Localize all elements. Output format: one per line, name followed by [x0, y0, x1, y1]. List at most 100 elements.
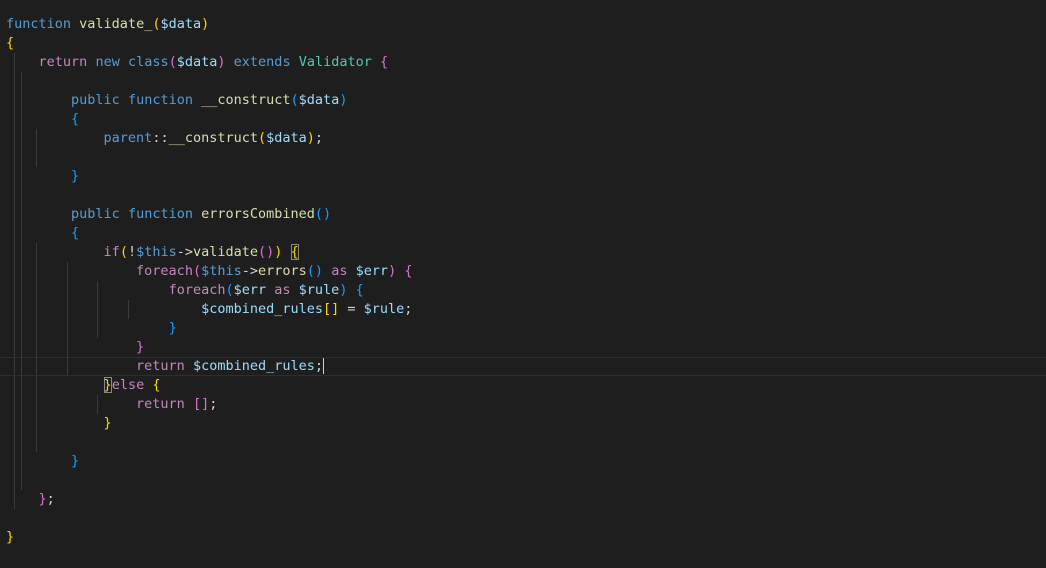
code-line[interactable]: return [];	[6, 395, 1046, 414]
code-token: __construct	[168, 130, 258, 146]
code-token: ()	[306, 263, 324, 279]
code-token: new	[95, 54, 120, 70]
code-line[interactable]: }	[6, 452, 1046, 471]
code-line[interactable]: {	[6, 110, 1046, 129]
code-token: ;	[404, 301, 413, 317]
code-token: =	[339, 301, 364, 317]
code-line[interactable]: }	[6, 528, 1046, 547]
code-token: )	[201, 16, 210, 32]
code-token: as	[274, 282, 291, 298]
code-token: extends	[233, 54, 291, 70]
code-token: ::	[152, 130, 169, 146]
code-token: )	[339, 92, 348, 108]
code-token: $rule	[298, 282, 340, 298]
code-token: ;	[209, 396, 218, 412]
code-line[interactable]: }	[6, 338, 1046, 357]
code-line[interactable]: foreach($err as $rule) {	[6, 281, 1046, 300]
code-line[interactable]: };	[6, 490, 1046, 509]
code-token: if	[103, 244, 120, 260]
code-token: return	[38, 54, 88, 70]
code-token: }	[71, 453, 80, 469]
code-line[interactable]: public function errorsCombined()	[6, 205, 1046, 224]
code-line[interactable]	[6, 433, 1046, 452]
code-token: {	[6, 35, 15, 51]
code-line[interactable]: if(!$this->validate()) {	[6, 243, 1046, 262]
code-area[interactable]: function validate_($data){ return new cl…	[0, 15, 1046, 547]
code-token: }	[168, 320, 177, 336]
code-token: ->	[176, 244, 193, 260]
code-token: validate_	[79, 16, 153, 32]
code-token: []	[323, 301, 340, 317]
code-token: {	[290, 244, 299, 260]
code-token: $combined_rules	[192, 358, 315, 374]
code-line[interactable]: {	[6, 224, 1046, 243]
code-line[interactable]: foreach($this->errors() as $err) {	[6, 262, 1046, 281]
code-line[interactable]: }	[6, 414, 1046, 433]
code-token: else	[111, 377, 145, 393]
code-token: Validator	[298, 54, 372, 70]
code-line[interactable]	[6, 148, 1046, 167]
code-token: }	[38, 491, 47, 507]
code-token: $combined_rules	[201, 301, 323, 317]
code-token: }	[103, 415, 112, 431]
code-token: function	[127, 206, 193, 222]
code-line[interactable]: return $combined_rules;	[0, 357, 1046, 376]
code-line[interactable]: public function __construct($data)	[6, 91, 1046, 110]
code-token: ;	[314, 130, 324, 146]
code-editor[interactable]: function validate_($data){ return new cl…	[0, 0, 1046, 568]
code-line[interactable]	[6, 509, 1046, 528]
code-token: ;	[314, 358, 324, 374]
code-line[interactable]	[6, 186, 1046, 205]
code-token: function	[6, 16, 72, 32]
code-token: !	[127, 244, 137, 260]
code-token: }	[103, 377, 112, 393]
code-token: errorsCombined	[201, 206, 315, 222]
code-line[interactable]: return new class($data) extends Validato…	[6, 53, 1046, 72]
code-token: return	[136, 358, 185, 374]
code-token: {	[71, 225, 80, 241]
code-token: {	[404, 263, 413, 279]
code-token: public	[71, 92, 120, 108]
code-line[interactable]: }	[6, 167, 1046, 186]
code-token: validate	[193, 244, 259, 260]
code-token: ->	[241, 263, 258, 279]
code-line[interactable]: function validate_($data)	[6, 15, 1046, 34]
code-token: {	[380, 54, 389, 70]
code-token: class	[127, 54, 169, 70]
code-line[interactable]: }else {	[6, 376, 1046, 395]
code-token: (	[168, 54, 177, 70]
code-line[interactable]	[6, 471, 1046, 490]
code-line[interactable]: $combined_rules[] = $rule;	[6, 300, 1046, 319]
code-line[interactable]: parent::__construct($data);	[6, 129, 1046, 148]
code-line[interactable]	[6, 72, 1046, 91]
code-token: parent	[103, 130, 153, 146]
code-line[interactable]: {	[6, 34, 1046, 53]
code-token: $data	[160, 16, 202, 32]
code-token: $data	[266, 130, 307, 146]
code-line[interactable]: }	[6, 319, 1046, 338]
code-token: public	[71, 206, 120, 222]
code-token: $err	[355, 263, 389, 279]
